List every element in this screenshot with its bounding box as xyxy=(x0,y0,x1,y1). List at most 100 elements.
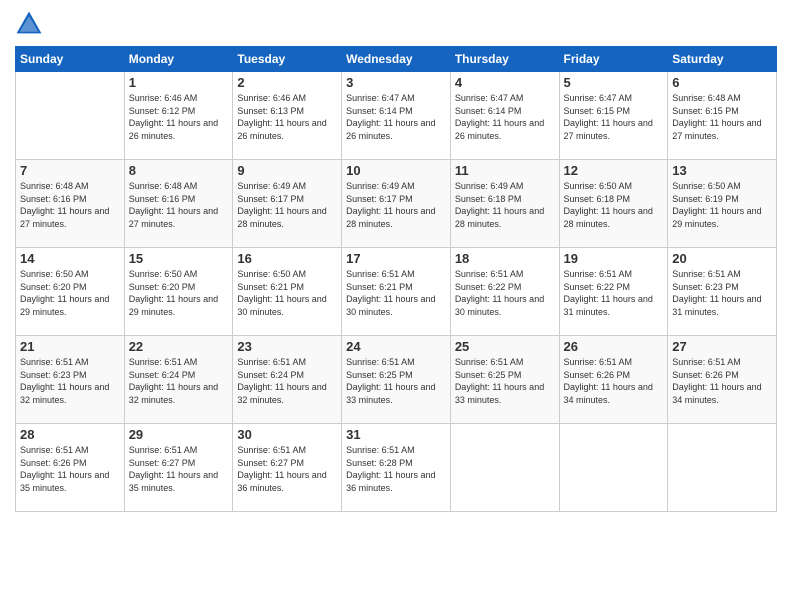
day-number: 8 xyxy=(129,163,229,178)
day-info: Sunrise: 6:51 AM Sunset: 6:28 PM Dayligh… xyxy=(346,444,446,494)
day-number: 2 xyxy=(237,75,337,90)
day-info: Sunrise: 6:46 AM Sunset: 6:13 PM Dayligh… xyxy=(237,92,337,142)
calendar-cell: 30 Sunrise: 6:51 AM Sunset: 6:27 PM Dayl… xyxy=(233,424,342,512)
calendar-cell: 26 Sunrise: 6:51 AM Sunset: 6:26 PM Dayl… xyxy=(559,336,668,424)
calendar-cell: 24 Sunrise: 6:51 AM Sunset: 6:25 PM Dayl… xyxy=(342,336,451,424)
day-number: 1 xyxy=(129,75,229,90)
page-header xyxy=(15,10,777,38)
day-info: Sunrise: 6:49 AM Sunset: 6:17 PM Dayligh… xyxy=(346,180,446,230)
calendar-cell: 17 Sunrise: 6:51 AM Sunset: 6:21 PM Dayl… xyxy=(342,248,451,336)
day-number: 28 xyxy=(20,427,120,442)
day-number: 13 xyxy=(672,163,772,178)
calendar-cell: 7 Sunrise: 6:48 AM Sunset: 6:16 PM Dayli… xyxy=(16,160,125,248)
day-info: Sunrise: 6:47 AM Sunset: 6:14 PM Dayligh… xyxy=(455,92,555,142)
day-number: 11 xyxy=(455,163,555,178)
day-info: Sunrise: 6:51 AM Sunset: 6:24 PM Dayligh… xyxy=(129,356,229,406)
col-header-wednesday: Wednesday xyxy=(342,47,451,72)
calendar-cell: 19 Sunrise: 6:51 AM Sunset: 6:22 PM Dayl… xyxy=(559,248,668,336)
day-number: 7 xyxy=(20,163,120,178)
day-number: 26 xyxy=(564,339,664,354)
calendar-cell: 1 Sunrise: 6:46 AM Sunset: 6:12 PM Dayli… xyxy=(124,72,233,160)
day-info: Sunrise: 6:51 AM Sunset: 6:26 PM Dayligh… xyxy=(20,444,120,494)
day-info: Sunrise: 6:48 AM Sunset: 6:16 PM Dayligh… xyxy=(20,180,120,230)
logo-icon xyxy=(15,10,43,38)
day-info: Sunrise: 6:51 AM Sunset: 6:23 PM Dayligh… xyxy=(20,356,120,406)
day-info: Sunrise: 6:51 AM Sunset: 6:26 PM Dayligh… xyxy=(564,356,664,406)
calendar-cell xyxy=(668,424,777,512)
col-header-friday: Friday xyxy=(559,47,668,72)
calendar-cell: 4 Sunrise: 6:47 AM Sunset: 6:14 PM Dayli… xyxy=(450,72,559,160)
day-info: Sunrise: 6:50 AM Sunset: 6:21 PM Dayligh… xyxy=(237,268,337,318)
calendar-cell: 28 Sunrise: 6:51 AM Sunset: 6:26 PM Dayl… xyxy=(16,424,125,512)
day-info: Sunrise: 6:49 AM Sunset: 6:17 PM Dayligh… xyxy=(237,180,337,230)
col-header-saturday: Saturday xyxy=(668,47,777,72)
day-number: 21 xyxy=(20,339,120,354)
day-info: Sunrise: 6:51 AM Sunset: 6:27 PM Dayligh… xyxy=(129,444,229,494)
day-info: Sunrise: 6:50 AM Sunset: 6:19 PM Dayligh… xyxy=(672,180,772,230)
col-header-tuesday: Tuesday xyxy=(233,47,342,72)
day-number: 12 xyxy=(564,163,664,178)
calendar-cell: 29 Sunrise: 6:51 AM Sunset: 6:27 PM Dayl… xyxy=(124,424,233,512)
calendar-cell: 5 Sunrise: 6:47 AM Sunset: 6:15 PM Dayli… xyxy=(559,72,668,160)
day-number: 20 xyxy=(672,251,772,266)
day-info: Sunrise: 6:48 AM Sunset: 6:15 PM Dayligh… xyxy=(672,92,772,142)
day-number: 25 xyxy=(455,339,555,354)
day-info: Sunrise: 6:51 AM Sunset: 6:25 PM Dayligh… xyxy=(455,356,555,406)
day-info: Sunrise: 6:51 AM Sunset: 6:23 PM Dayligh… xyxy=(672,268,772,318)
calendar-cell: 15 Sunrise: 6:50 AM Sunset: 6:20 PM Dayl… xyxy=(124,248,233,336)
calendar-cell: 18 Sunrise: 6:51 AM Sunset: 6:22 PM Dayl… xyxy=(450,248,559,336)
day-info: Sunrise: 6:51 AM Sunset: 6:26 PM Dayligh… xyxy=(672,356,772,406)
calendar-cell: 23 Sunrise: 6:51 AM Sunset: 6:24 PM Dayl… xyxy=(233,336,342,424)
calendar-table: SundayMondayTuesdayWednesdayThursdayFrid… xyxy=(15,46,777,512)
day-number: 22 xyxy=(129,339,229,354)
day-info: Sunrise: 6:50 AM Sunset: 6:20 PM Dayligh… xyxy=(129,268,229,318)
day-number: 6 xyxy=(672,75,772,90)
day-number: 16 xyxy=(237,251,337,266)
day-number: 29 xyxy=(129,427,229,442)
day-info: Sunrise: 6:51 AM Sunset: 6:27 PM Dayligh… xyxy=(237,444,337,494)
calendar-cell xyxy=(16,72,125,160)
day-info: Sunrise: 6:51 AM Sunset: 6:24 PM Dayligh… xyxy=(237,356,337,406)
day-info: Sunrise: 6:50 AM Sunset: 6:18 PM Dayligh… xyxy=(564,180,664,230)
calendar-cell: 8 Sunrise: 6:48 AM Sunset: 6:16 PM Dayli… xyxy=(124,160,233,248)
calendar-cell: 22 Sunrise: 6:51 AM Sunset: 6:24 PM Dayl… xyxy=(124,336,233,424)
calendar-cell xyxy=(559,424,668,512)
day-info: Sunrise: 6:51 AM Sunset: 6:22 PM Dayligh… xyxy=(455,268,555,318)
day-number: 9 xyxy=(237,163,337,178)
day-number: 5 xyxy=(564,75,664,90)
day-info: Sunrise: 6:51 AM Sunset: 6:22 PM Dayligh… xyxy=(564,268,664,318)
calendar-cell: 13 Sunrise: 6:50 AM Sunset: 6:19 PM Dayl… xyxy=(668,160,777,248)
calendar-cell: 3 Sunrise: 6:47 AM Sunset: 6:14 PM Dayli… xyxy=(342,72,451,160)
day-number: 3 xyxy=(346,75,446,90)
day-info: Sunrise: 6:46 AM Sunset: 6:12 PM Dayligh… xyxy=(129,92,229,142)
calendar-cell: 11 Sunrise: 6:49 AM Sunset: 6:18 PM Dayl… xyxy=(450,160,559,248)
day-info: Sunrise: 6:47 AM Sunset: 6:15 PM Dayligh… xyxy=(564,92,664,142)
day-number: 19 xyxy=(564,251,664,266)
calendar-cell: 27 Sunrise: 6:51 AM Sunset: 6:26 PM Dayl… xyxy=(668,336,777,424)
logo xyxy=(15,10,47,38)
day-number: 31 xyxy=(346,427,446,442)
day-number: 23 xyxy=(237,339,337,354)
calendar-cell: 25 Sunrise: 6:51 AM Sunset: 6:25 PM Dayl… xyxy=(450,336,559,424)
day-number: 15 xyxy=(129,251,229,266)
day-info: Sunrise: 6:48 AM Sunset: 6:16 PM Dayligh… xyxy=(129,180,229,230)
day-info: Sunrise: 6:50 AM Sunset: 6:20 PM Dayligh… xyxy=(20,268,120,318)
calendar-cell: 6 Sunrise: 6:48 AM Sunset: 6:15 PM Dayli… xyxy=(668,72,777,160)
day-number: 27 xyxy=(672,339,772,354)
day-info: Sunrise: 6:51 AM Sunset: 6:21 PM Dayligh… xyxy=(346,268,446,318)
calendar-cell: 21 Sunrise: 6:51 AM Sunset: 6:23 PM Dayl… xyxy=(16,336,125,424)
day-number: 14 xyxy=(20,251,120,266)
day-info: Sunrise: 6:49 AM Sunset: 6:18 PM Dayligh… xyxy=(455,180,555,230)
col-header-sunday: Sunday xyxy=(16,47,125,72)
calendar-cell: 31 Sunrise: 6:51 AM Sunset: 6:28 PM Dayl… xyxy=(342,424,451,512)
calendar-cell: 14 Sunrise: 6:50 AM Sunset: 6:20 PM Dayl… xyxy=(16,248,125,336)
calendar-cell: 9 Sunrise: 6:49 AM Sunset: 6:17 PM Dayli… xyxy=(233,160,342,248)
calendar-cell xyxy=(450,424,559,512)
day-number: 30 xyxy=(237,427,337,442)
calendar-cell: 10 Sunrise: 6:49 AM Sunset: 6:17 PM Dayl… xyxy=(342,160,451,248)
day-number: 24 xyxy=(346,339,446,354)
col-header-monday: Monday xyxy=(124,47,233,72)
day-info: Sunrise: 6:47 AM Sunset: 6:14 PM Dayligh… xyxy=(346,92,446,142)
col-header-thursday: Thursday xyxy=(450,47,559,72)
day-number: 4 xyxy=(455,75,555,90)
